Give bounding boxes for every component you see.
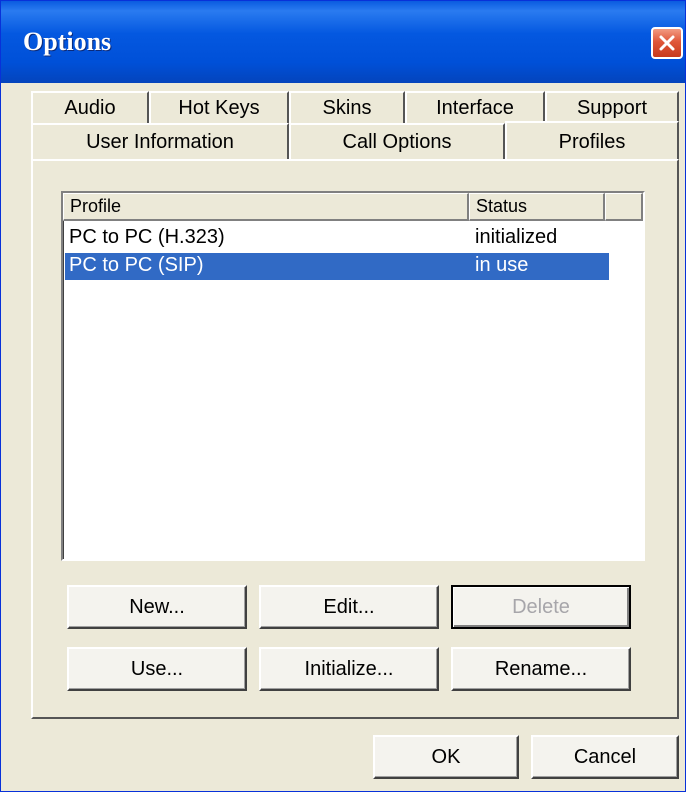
tab-profiles[interactable]: Profiles: [505, 121, 679, 161]
profiles-panel: Profile Status PC to PC (H.323) initiali…: [31, 159, 679, 719]
tab-label: Hot Keys: [178, 96, 260, 119]
ok-button[interactable]: OK: [373, 735, 519, 779]
options-dialog: Options Audio Hot Keys Skins Interface S…: [0, 0, 686, 792]
profile-name: PC to PC (H.323): [69, 226, 225, 248]
tab-interface[interactable]: Interface: [405, 91, 545, 123]
tab-hot-keys[interactable]: Hot Keys: [149, 91, 289, 123]
column-label: Profile: [70, 196, 122, 216]
column-label: Status: [476, 196, 528, 216]
use-button[interactable]: Use...: [67, 647, 247, 691]
window-title: Options: [23, 27, 112, 56]
tab-label: Skins: [322, 96, 372, 119]
tab-row-back: Audio Hot Keys Skins Interface Support: [31, 91, 679, 123]
close-button[interactable]: [651, 27, 683, 59]
edit-button[interactable]: Edit...: [259, 585, 439, 629]
close-icon: [659, 35, 675, 51]
tab-label: Support: [576, 96, 648, 119]
list-item[interactable]: PC to PC (H.323) initialized: [65, 225, 609, 252]
profile-status: in use: [475, 254, 529, 276]
delete-button[interactable]: Delete: [451, 585, 631, 629]
list-item-selected[interactable]: PC to PC (SIP) in use: [65, 253, 609, 280]
tab-row-front: User Information Call Options Profiles: [31, 121, 679, 161]
list-header: Profile Status: [63, 193, 643, 221]
tab-label: Audio: [64, 96, 116, 119]
column-header-profile[interactable]: Profile: [63, 193, 469, 221]
rename-button[interactable]: Rename...: [451, 647, 631, 691]
tab-skins[interactable]: Skins: [289, 91, 405, 123]
tab-label: Profiles: [558, 130, 626, 153]
profile-status: initialized: [475, 226, 558, 248]
profiles-list[interactable]: Profile Status PC to PC (H.323) initiali…: [61, 191, 645, 561]
column-header-filler: [605, 193, 643, 221]
tab-label: Call Options: [342, 130, 452, 153]
tab-user-information[interactable]: User Information: [31, 123, 289, 159]
tab-call-options[interactable]: Call Options: [289, 123, 505, 159]
profile-name: PC to PC (SIP): [69, 254, 204, 276]
tab-label: Interface: [436, 96, 514, 119]
cancel-button[interactable]: Cancel: [531, 735, 679, 779]
initialize-button[interactable]: Initialize...: [259, 647, 439, 691]
column-header-status[interactable]: Status: [469, 193, 605, 221]
new-button[interactable]: New...: [67, 585, 247, 629]
tab-audio[interactable]: Audio: [31, 91, 149, 123]
tab-support[interactable]: Support: [545, 91, 679, 123]
title-bar[interactable]: Options: [1, 1, 685, 83]
tab-label: User Information: [86, 130, 234, 153]
